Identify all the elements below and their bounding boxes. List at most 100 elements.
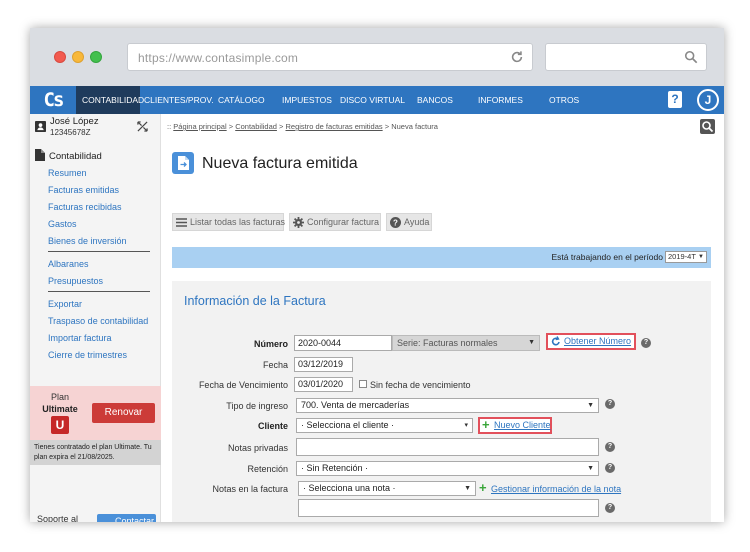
nuevo-cliente-link[interactable]: + Nuevo Cliente	[478, 417, 552, 434]
vencimiento-label: Fecha de Vencimiento	[198, 380, 288, 390]
help-icon[interactable]: ?	[605, 399, 615, 409]
cliente-label: Cliente	[257, 421, 288, 431]
plan-note: Tienes contratado el plan Ultimate. Tu p…	[30, 440, 161, 465]
breadcrumb-separator: >	[384, 122, 390, 131]
page-search-button[interactable]	[700, 119, 715, 134]
sidebar-item-importar-factura[interactable]: Importar factura	[48, 333, 112, 343]
collapse-sidebar-icon[interactable]	[137, 121, 148, 132]
nav-disco-virtual[interactable]: DISCO VIRTUAL	[340, 86, 405, 114]
nav-contabilidad[interactable]: CONTABILIDAD	[76, 86, 144, 114]
sidebar-item-traspaso[interactable]: Traspaso de contabilidad	[48, 316, 148, 326]
help-button[interactable]: ? Ayuda	[386, 213, 432, 231]
notas-factura-label: Notas en la factura	[212, 484, 288, 494]
breadcrumb-home[interactable]: Página principal	[173, 122, 226, 131]
list-invoices-label: Listar todas las facturas	[190, 217, 286, 227]
renew-button[interactable]: Renovar	[92, 403, 155, 423]
search-icon	[684, 50, 698, 64]
breadcrumb-current: Nueva factura	[391, 122, 438, 131]
user-info: José López 12345678Z	[30, 114, 161, 140]
sidebar-item-presupuestos[interactable]: Presupuestos	[48, 276, 103, 286]
notas-factura-textarea[interactable]	[298, 499, 599, 517]
address-bar[interactable]: https://www.contasimple.com	[127, 43, 533, 71]
breadcrumb-contabilidad[interactable]: Contabilidad	[235, 122, 277, 131]
user-card-icon	[35, 121, 46, 132]
sidebar-item-facturas-recibidas[interactable]: Facturas recibidas	[48, 202, 122, 212]
plan-badge-icon: U	[51, 416, 69, 434]
user-id: 12345678Z	[50, 128, 91, 137]
main-nav: Cs CONTABILIDAD CLIENTES/PROV. CATÁLOGO …	[30, 86, 724, 114]
chevron-down-icon: ▾	[464, 422, 468, 429]
nav-bancos[interactable]: BANCOS	[417, 86, 453, 114]
breadcrumb-prefix: ::	[167, 122, 172, 131]
reload-icon[interactable]	[510, 50, 524, 64]
cliente-select[interactable]: · Selecciona el cliente · ▾	[296, 418, 473, 433]
help-icon[interactable]: ?	[605, 442, 615, 452]
nav-clientes[interactable]: CLIENTES/PROV.	[144, 86, 214, 114]
nav-otros[interactable]: OTROS	[549, 86, 579, 114]
nuevo-cliente-label: Nuevo Cliente	[494, 420, 551, 430]
vencimiento-input[interactable]: 03/01/2020	[294, 377, 353, 392]
notas-factura-select[interactable]: · Selecciona una nota · ▼	[298, 481, 476, 496]
gear-icon	[293, 217, 304, 228]
serie-select[interactable]: Serie: Facturas normales ▼	[392, 335, 540, 351]
sidebar-heading: Contabilidad	[35, 149, 102, 162]
user-name: José López	[50, 116, 99, 127]
sidebar-item-exportar[interactable]: Exportar	[48, 299, 82, 309]
numero-label: Número	[253, 339, 288, 349]
page-title: Nueva factura emitida	[202, 155, 358, 172]
period-bar: Está trabajando en el período 2019-4T	[172, 247, 711, 268]
sidebar-item-cierre-trimestres[interactable]: Cierre de trimestres	[48, 350, 127, 360]
retencion-select[interactable]: · Sin Retención · ▼	[296, 461, 599, 476]
search-icon	[702, 121, 714, 133]
chevron-down-icon: ▼	[464, 485, 471, 492]
plus-icon: +	[482, 417, 490, 432]
retencion-label: Retención	[247, 464, 288, 474]
contasimple-logo[interactable]: Cs	[30, 86, 76, 114]
contact-button[interactable]: Contactar	[97, 514, 156, 522]
tipo-ingreso-value: 700. Venta de mercaderías	[301, 400, 410, 410]
svg-text:?: ?	[393, 219, 398, 228]
fecha-label: Fecha	[262, 360, 288, 370]
document-icon	[35, 149, 45, 161]
close-window-button[interactable]	[54, 51, 66, 63]
browser-window: https://www.contasimple.com Cs CONTABILI…	[30, 28, 724, 522]
nav-impuestos[interactable]: IMPUESTOS	[282, 86, 332, 114]
sidebar-item-albaranes[interactable]: Albaranes	[48, 259, 89, 269]
sidebar-item-bienes-inversion[interactable]: Bienes de inversión	[48, 236, 127, 246]
sidebar-divider	[48, 251, 150, 252]
help-icon[interactable]: ?	[605, 503, 615, 513]
gestionar-nota-link[interactable]: Gestionar información de la nota	[491, 484, 621, 494]
breadcrumb-registro[interactable]: Registro de facturas emitidas	[286, 122, 383, 131]
sidebar-item-gastos[interactable]: Gastos	[48, 219, 77, 229]
browser-chrome: https://www.contasimple.com	[30, 28, 724, 86]
period-select[interactable]: 2019-4T	[665, 251, 707, 263]
obtener-numero-link[interactable]: Obtener Número	[546, 333, 636, 350]
plan-name: Ultimate	[42, 404, 78, 414]
sidebar-item-resumen[interactable]: Resumen	[48, 168, 87, 178]
notas-factura-value: · Selecciona una nota ·	[303, 483, 396, 493]
help-icon: ?	[390, 217, 401, 228]
user-avatar[interactable]: J	[697, 89, 719, 111]
refresh-icon	[551, 336, 560, 346]
notas-privadas-textarea[interactable]	[296, 438, 599, 456]
breadcrumb-separator: >	[279, 122, 284, 131]
list-invoices-button[interactable]: Listar todas las facturas	[172, 213, 286, 231]
chevron-down-icon: ▼	[528, 339, 535, 346]
fecha-input[interactable]: 03/12/2019	[294, 357, 353, 372]
minimize-window-button[interactable]	[72, 51, 84, 63]
nav-informes[interactable]: INFORMES	[478, 86, 523, 114]
help-label: Ayuda	[404, 217, 430, 227]
configure-invoice-button[interactable]: Configurar factura	[289, 213, 381, 231]
help-icon[interactable]: ?	[605, 463, 615, 473]
sidebar-heading-label: Contabilidad	[49, 151, 102, 162]
sidebar-item-facturas-emitidas[interactable]: Facturas emitidas	[48, 185, 119, 195]
browser-search-bar[interactable]	[545, 43, 707, 71]
tipo-ingreso-select[interactable]: 700. Venta de mercaderías ▼	[296, 398, 599, 413]
maximize-window-button[interactable]	[90, 51, 102, 63]
nav-catalogo[interactable]: CATÁLOGO	[218, 86, 265, 114]
help-icon[interactable]: ?	[668, 91, 682, 108]
help-icon[interactable]: ?	[641, 338, 651, 348]
numero-input[interactable]: 2020-0044	[294, 335, 392, 351]
sin-vencimiento-checkbox[interactable]	[359, 380, 367, 388]
plan-label: Plan	[50, 392, 69, 402]
